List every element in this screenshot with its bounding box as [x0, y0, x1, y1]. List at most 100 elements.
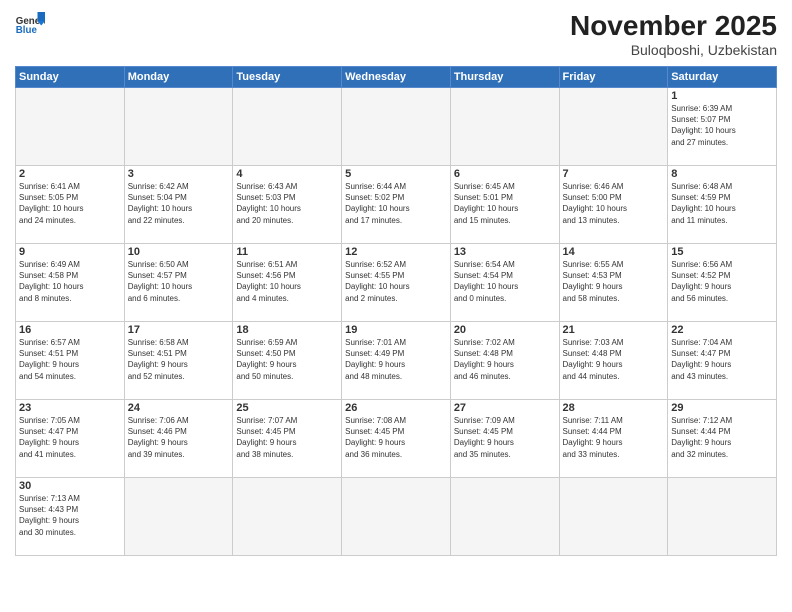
calendar-cell: 4Sunrise: 6:43 AM Sunset: 5:03 PM Daylig…	[233, 166, 342, 244]
calendar-cell: 15Sunrise: 6:56 AM Sunset: 4:52 PM Dayli…	[668, 244, 777, 322]
day-number: 9	[19, 246, 121, 258]
day-number: 14	[563, 246, 665, 258]
calendar-cell: 28Sunrise: 7:11 AM Sunset: 4:44 PM Dayli…	[559, 400, 668, 478]
logo-icon: General Blue	[15, 10, 45, 38]
calendar-cell: 18Sunrise: 6:59 AM Sunset: 4:50 PM Dayli…	[233, 322, 342, 400]
calendar-cell	[233, 478, 342, 556]
day-number: 11	[236, 246, 338, 258]
day-number: 30	[19, 480, 121, 492]
calendar-cell: 19Sunrise: 7:01 AM Sunset: 4:49 PM Dayli…	[342, 322, 451, 400]
calendar-cell	[124, 478, 233, 556]
title-block: November 2025 Buloqboshi, Uzbekistan	[570, 10, 777, 58]
calendar-week-4: 16Sunrise: 6:57 AM Sunset: 4:51 PM Dayli…	[16, 322, 777, 400]
calendar-cell	[559, 88, 668, 166]
day-number: 10	[128, 246, 230, 258]
day-number: 21	[563, 324, 665, 336]
col-saturday: Saturday	[668, 67, 777, 88]
day-number: 8	[671, 168, 773, 180]
day-number: 3	[128, 168, 230, 180]
calendar-week-2: 2Sunrise: 6:41 AM Sunset: 5:05 PM Daylig…	[16, 166, 777, 244]
calendar-cell	[450, 88, 559, 166]
day-number: 5	[345, 168, 447, 180]
day-number: 25	[236, 402, 338, 414]
calendar-cell	[559, 478, 668, 556]
calendar-cell: 17Sunrise: 6:58 AM Sunset: 4:51 PM Dayli…	[124, 322, 233, 400]
day-number: 4	[236, 168, 338, 180]
calendar-cell: 2Sunrise: 6:41 AM Sunset: 5:05 PM Daylig…	[16, 166, 125, 244]
calendar-week-3: 9Sunrise: 6:49 AM Sunset: 4:58 PM Daylig…	[16, 244, 777, 322]
calendar-cell: 11Sunrise: 6:51 AM Sunset: 4:56 PM Dayli…	[233, 244, 342, 322]
calendar-cell	[124, 88, 233, 166]
cell-info: Sunrise: 7:07 AM Sunset: 4:45 PM Dayligh…	[236, 415, 338, 460]
calendar-cell: 21Sunrise: 7:03 AM Sunset: 4:48 PM Dayli…	[559, 322, 668, 400]
header: General Blue November 2025 Buloqboshi, U…	[15, 10, 777, 58]
calendar-cell: 3Sunrise: 6:42 AM Sunset: 5:04 PM Daylig…	[124, 166, 233, 244]
day-number: 17	[128, 324, 230, 336]
cell-info: Sunrise: 6:42 AM Sunset: 5:04 PM Dayligh…	[128, 181, 230, 226]
calendar-cell	[668, 478, 777, 556]
cell-info: Sunrise: 7:04 AM Sunset: 4:47 PM Dayligh…	[671, 337, 773, 382]
logo: General Blue	[15, 10, 45, 38]
day-number: 19	[345, 324, 447, 336]
calendar-cell	[233, 88, 342, 166]
cell-info: Sunrise: 6:58 AM Sunset: 4:51 PM Dayligh…	[128, 337, 230, 382]
calendar-cell: 7Sunrise: 6:46 AM Sunset: 5:00 PM Daylig…	[559, 166, 668, 244]
cell-info: Sunrise: 7:09 AM Sunset: 4:45 PM Dayligh…	[454, 415, 556, 460]
day-number: 15	[671, 246, 773, 258]
calendar-week-5: 23Sunrise: 7:05 AM Sunset: 4:47 PM Dayli…	[16, 400, 777, 478]
cell-info: Sunrise: 6:44 AM Sunset: 5:02 PM Dayligh…	[345, 181, 447, 226]
day-number: 28	[563, 402, 665, 414]
calendar-cell: 30Sunrise: 7:13 AM Sunset: 4:43 PM Dayli…	[16, 478, 125, 556]
location: Buloqboshi, Uzbekistan	[570, 42, 777, 58]
day-number: 16	[19, 324, 121, 336]
col-monday: Monday	[124, 67, 233, 88]
day-number: 13	[454, 246, 556, 258]
col-friday: Friday	[559, 67, 668, 88]
calendar-table: Sunday Monday Tuesday Wednesday Thursday…	[15, 66, 777, 556]
cell-info: Sunrise: 6:48 AM Sunset: 4:59 PM Dayligh…	[671, 181, 773, 226]
calendar-week-6: 30Sunrise: 7:13 AM Sunset: 4:43 PM Dayli…	[16, 478, 777, 556]
cell-info: Sunrise: 7:11 AM Sunset: 4:44 PM Dayligh…	[563, 415, 665, 460]
cell-info: Sunrise: 6:45 AM Sunset: 5:01 PM Dayligh…	[454, 181, 556, 226]
month-title: November 2025	[570, 10, 777, 42]
cell-info: Sunrise: 6:52 AM Sunset: 4:55 PM Dayligh…	[345, 259, 447, 304]
calendar-cell	[450, 478, 559, 556]
cell-info: Sunrise: 6:49 AM Sunset: 4:58 PM Dayligh…	[19, 259, 121, 304]
cell-info: Sunrise: 6:56 AM Sunset: 4:52 PM Dayligh…	[671, 259, 773, 304]
col-tuesday: Tuesday	[233, 67, 342, 88]
calendar-cell: 27Sunrise: 7:09 AM Sunset: 4:45 PM Dayli…	[450, 400, 559, 478]
cell-info: Sunrise: 7:02 AM Sunset: 4:48 PM Dayligh…	[454, 337, 556, 382]
cell-info: Sunrise: 7:05 AM Sunset: 4:47 PM Dayligh…	[19, 415, 121, 460]
cell-info: Sunrise: 7:13 AM Sunset: 4:43 PM Dayligh…	[19, 493, 121, 538]
cell-info: Sunrise: 6:39 AM Sunset: 5:07 PM Dayligh…	[671, 103, 773, 148]
calendar-cell: 25Sunrise: 7:07 AM Sunset: 4:45 PM Dayli…	[233, 400, 342, 478]
calendar-cell: 23Sunrise: 7:05 AM Sunset: 4:47 PM Dayli…	[16, 400, 125, 478]
calendar-cell: 8Sunrise: 6:48 AM Sunset: 4:59 PM Daylig…	[668, 166, 777, 244]
calendar-cell	[342, 478, 451, 556]
calendar-header-row: Sunday Monday Tuesday Wednesday Thursday…	[16, 67, 777, 88]
calendar-cell: 12Sunrise: 6:52 AM Sunset: 4:55 PM Dayli…	[342, 244, 451, 322]
day-number: 18	[236, 324, 338, 336]
cell-info: Sunrise: 7:03 AM Sunset: 4:48 PM Dayligh…	[563, 337, 665, 382]
calendar-cell: 1Sunrise: 6:39 AM Sunset: 5:07 PM Daylig…	[668, 88, 777, 166]
cell-info: Sunrise: 7:06 AM Sunset: 4:46 PM Dayligh…	[128, 415, 230, 460]
cell-info: Sunrise: 6:43 AM Sunset: 5:03 PM Dayligh…	[236, 181, 338, 226]
day-number: 12	[345, 246, 447, 258]
calendar-cell: 14Sunrise: 6:55 AM Sunset: 4:53 PM Dayli…	[559, 244, 668, 322]
col-sunday: Sunday	[16, 67, 125, 88]
day-number: 6	[454, 168, 556, 180]
cell-info: Sunrise: 6:54 AM Sunset: 4:54 PM Dayligh…	[454, 259, 556, 304]
calendar-cell: 29Sunrise: 7:12 AM Sunset: 4:44 PM Dayli…	[668, 400, 777, 478]
day-number: 26	[345, 402, 447, 414]
calendar-cell: 16Sunrise: 6:57 AM Sunset: 4:51 PM Dayli…	[16, 322, 125, 400]
calendar-cell: 22Sunrise: 7:04 AM Sunset: 4:47 PM Dayli…	[668, 322, 777, 400]
col-thursday: Thursday	[450, 67, 559, 88]
day-number: 27	[454, 402, 556, 414]
day-number: 20	[454, 324, 556, 336]
calendar-week-1: 1Sunrise: 6:39 AM Sunset: 5:07 PM Daylig…	[16, 88, 777, 166]
cell-info: Sunrise: 7:08 AM Sunset: 4:45 PM Dayligh…	[345, 415, 447, 460]
calendar-cell: 5Sunrise: 6:44 AM Sunset: 5:02 PM Daylig…	[342, 166, 451, 244]
cell-info: Sunrise: 6:41 AM Sunset: 5:05 PM Dayligh…	[19, 181, 121, 226]
day-number: 22	[671, 324, 773, 336]
calendar-cell: 9Sunrise: 6:49 AM Sunset: 4:58 PM Daylig…	[16, 244, 125, 322]
